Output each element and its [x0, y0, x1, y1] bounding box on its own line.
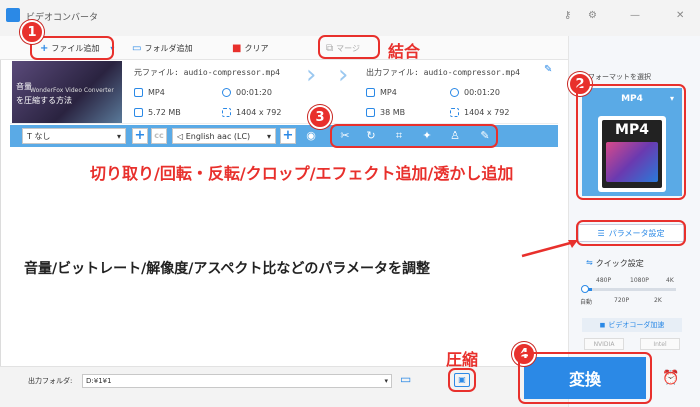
merge-note: 結合: [388, 42, 421, 61]
annotation-arrow: [521, 240, 578, 258]
chevron-down-icon: ▾: [116, 131, 121, 141]
quality-720p: 720P: [614, 297, 630, 304]
gpu-icon: ◼: [599, 321, 606, 329]
nvidia-chip: NVIDIA: [584, 338, 624, 350]
folder-icon: ▭: [132, 42, 142, 54]
output-format: MP4: [366, 88, 397, 97]
intel-chip: Intel: [640, 338, 680, 350]
output-duration: 00:01:20: [450, 88, 500, 97]
trash-icon: ■: [232, 42, 242, 54]
settings-icon[interactable]: ⚙: [588, 10, 597, 21]
param-note: 音量/ビットレート/解像度/アスペクト比などのパラメータを調整: [24, 261, 430, 277]
quality-2k: 2K: [654, 297, 662, 304]
quality-1080p: 1080P: [630, 277, 649, 284]
highlight-add-file: [30, 36, 114, 60]
step-badge-3: 3: [308, 105, 332, 129]
key-icon[interactable]: ⚷: [564, 10, 571, 21]
app-logo-icon: [6, 8, 20, 22]
clock-icon: [222, 88, 231, 97]
audio-track-select[interactable]: ◁ English aac (LC) ▾: [172, 128, 276, 144]
add-subtitle-button[interactable]: +: [132, 128, 148, 144]
edit-note: 切り取り/回転・反転/クロップ/エフェクト追加/透かし追加: [90, 164, 514, 183]
chevron-down-icon: ▾: [384, 377, 388, 385]
audio-wave-icon[interactable]: ◉: [302, 127, 320, 145]
resolution-icon: [450, 108, 459, 117]
format-icon: [366, 88, 375, 97]
format-icon: [134, 88, 143, 97]
chevron-down-icon: ▾: [266, 131, 271, 141]
alarm-clock-icon[interactable]: ⏰: [662, 370, 679, 386]
step-badge-1: 1: [20, 20, 44, 44]
quality-auto: 自動: [580, 299, 593, 306]
resolution-icon: [222, 108, 231, 117]
quick-setting-icon: ⇋: [586, 258, 593, 267]
open-folder-icon[interactable]: ▭: [400, 372, 411, 386]
clock-icon: [450, 88, 459, 97]
output-folder-label: 出力フォルダ:: [28, 377, 73, 385]
arrow-chevron-icon-2: ›: [338, 60, 349, 90]
video-thumbnail[interactable]: 音量 WonderFox Video Converter を圧縮する方法: [12, 61, 122, 123]
output-folder-input[interactable]: D:¥1¥1 ▾: [82, 374, 392, 388]
source-duration: 00:01:20: [222, 88, 272, 97]
output-file-name: 出力ファイル: audio-compressor.mp4: [366, 68, 520, 77]
compress-note: 圧縮: [446, 350, 479, 369]
highlight-merge: [318, 35, 380, 59]
highlight-edit-tools: [330, 124, 498, 148]
minimize-icon[interactable]: —: [630, 10, 640, 21]
highlight-convert: [518, 352, 652, 404]
format-select-label: フォーマットを選択: [588, 73, 651, 81]
cc-icon[interactable]: cc: [151, 128, 167, 144]
highlight-compress: [448, 368, 476, 392]
arrow-chevron-icon: ›: [306, 60, 317, 90]
quality-4k: 4K: [666, 277, 674, 284]
subtitle-select[interactable]: T なし ▾: [22, 128, 126, 144]
output-resolution: 1404 x 792: [450, 108, 509, 117]
gpu-acceleration-toggle[interactable]: ◼ ビデオコーダ加速: [582, 318, 682, 332]
source-format: MP4: [134, 88, 165, 97]
clear-button[interactable]: ■ クリア: [232, 40, 268, 56]
rename-icon[interactable]: ✎: [544, 64, 552, 75]
source-file-name: 元ファイル: audio-compressor.mp4: [134, 68, 280, 77]
file-size-icon: [134, 108, 143, 117]
close-icon[interactable]: ✕: [676, 10, 684, 21]
quality-slider[interactable]: [584, 288, 676, 291]
source-resolution: 1404 x 792: [222, 108, 281, 117]
quality-480p: 480P: [596, 277, 612, 284]
output-size: 38 MB: [366, 108, 405, 117]
file-size-icon: [366, 108, 375, 117]
add-folder-button[interactable]: ▭ フォルダ追加: [132, 40, 192, 56]
highlight-format-selector: [576, 84, 686, 200]
quality-slider-handle[interactable]: [581, 285, 589, 293]
source-size: 5.72 MB: [134, 108, 181, 117]
text-icon: T: [27, 131, 32, 141]
quick-setting-label: ⇋ クイック設定: [586, 258, 644, 268]
speaker-icon: ◁: [177, 131, 184, 141]
highlight-param-settings: [576, 220, 686, 246]
add-audio-button[interactable]: +: [280, 128, 296, 144]
